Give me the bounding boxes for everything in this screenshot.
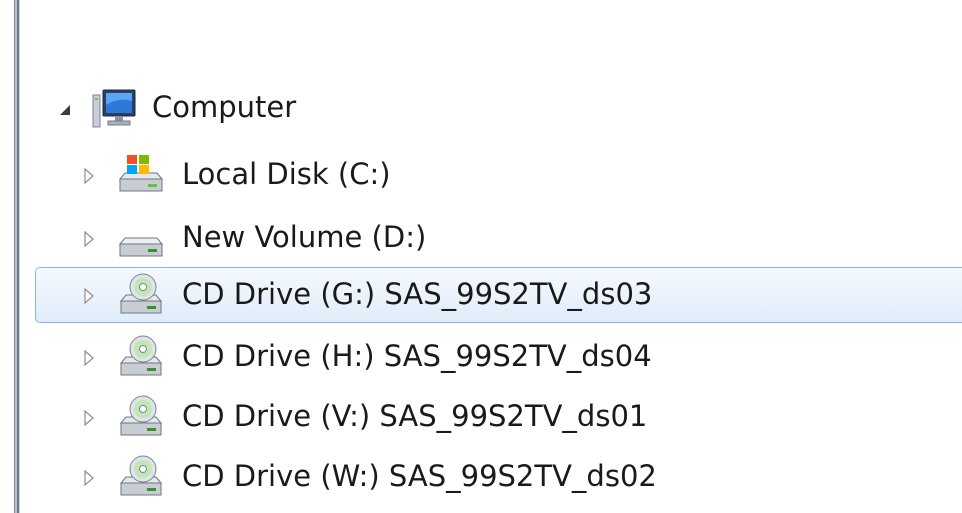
expand-arrow-icon[interactable] [82, 469, 96, 487]
tree-node-label: CD Drive (H:) SAS_99S2TV_ds04 [182, 339, 652, 373]
tree-node-cd-drive-g[interactable]: CD Drive (G:) SAS_99S2TV_ds03 [35, 267, 962, 323]
tree-node-computer[interactable]: Computer [0, 80, 962, 138]
computer-icon [90, 86, 138, 134]
tree-node-label: CD Drive (G:) SAS_99S2TV_ds03 [182, 277, 653, 311]
cd-drive-icon [117, 453, 165, 501]
cd-drive-icon [117, 271, 165, 319]
navigation-pane: Computer Local Disk (C:) New Volume (D:)… [0, 0, 962, 513]
tree-node-cd-drive-w[interactable]: CD Drive (W:) SAS_99S2TV_ds02 [0, 449, 962, 507]
hard-drive-icon [117, 214, 165, 262]
tree-node-cd-drive-h[interactable]: CD Drive (H:) SAS_99S2TV_ds04 [0, 329, 962, 387]
tree-node-label: Computer [152, 90, 297, 124]
tree-node-local-disk-c[interactable]: Local Disk (C:) [0, 147, 962, 205]
expand-arrow-icon[interactable] [82, 287, 96, 305]
expand-arrow-icon[interactable] [82, 349, 96, 367]
cd-drive-icon [117, 393, 165, 441]
cd-drive-icon [117, 333, 165, 381]
tree-node-new-volume-d[interactable]: New Volume (D:) [0, 208, 962, 266]
expand-arrow-icon[interactable] [82, 409, 96, 427]
expand-arrow-icon[interactable] [82, 167, 96, 185]
system-drive-icon [117, 151, 165, 199]
collapse-arrow-icon[interactable] [58, 101, 72, 119]
tree-node-label: CD Drive (V:) SAS_99S2TV_ds01 [182, 399, 648, 433]
tree-node-cd-drive-v[interactable]: CD Drive (V:) SAS_99S2TV_ds01 [0, 389, 962, 447]
expand-arrow-icon[interactable] [82, 230, 96, 248]
tree-node-label: CD Drive (W:) SAS_99S2TV_ds02 [182, 459, 657, 493]
tree-node-label: Local Disk (C:) [182, 157, 391, 191]
tree-node-label: New Volume (D:) [182, 220, 427, 254]
